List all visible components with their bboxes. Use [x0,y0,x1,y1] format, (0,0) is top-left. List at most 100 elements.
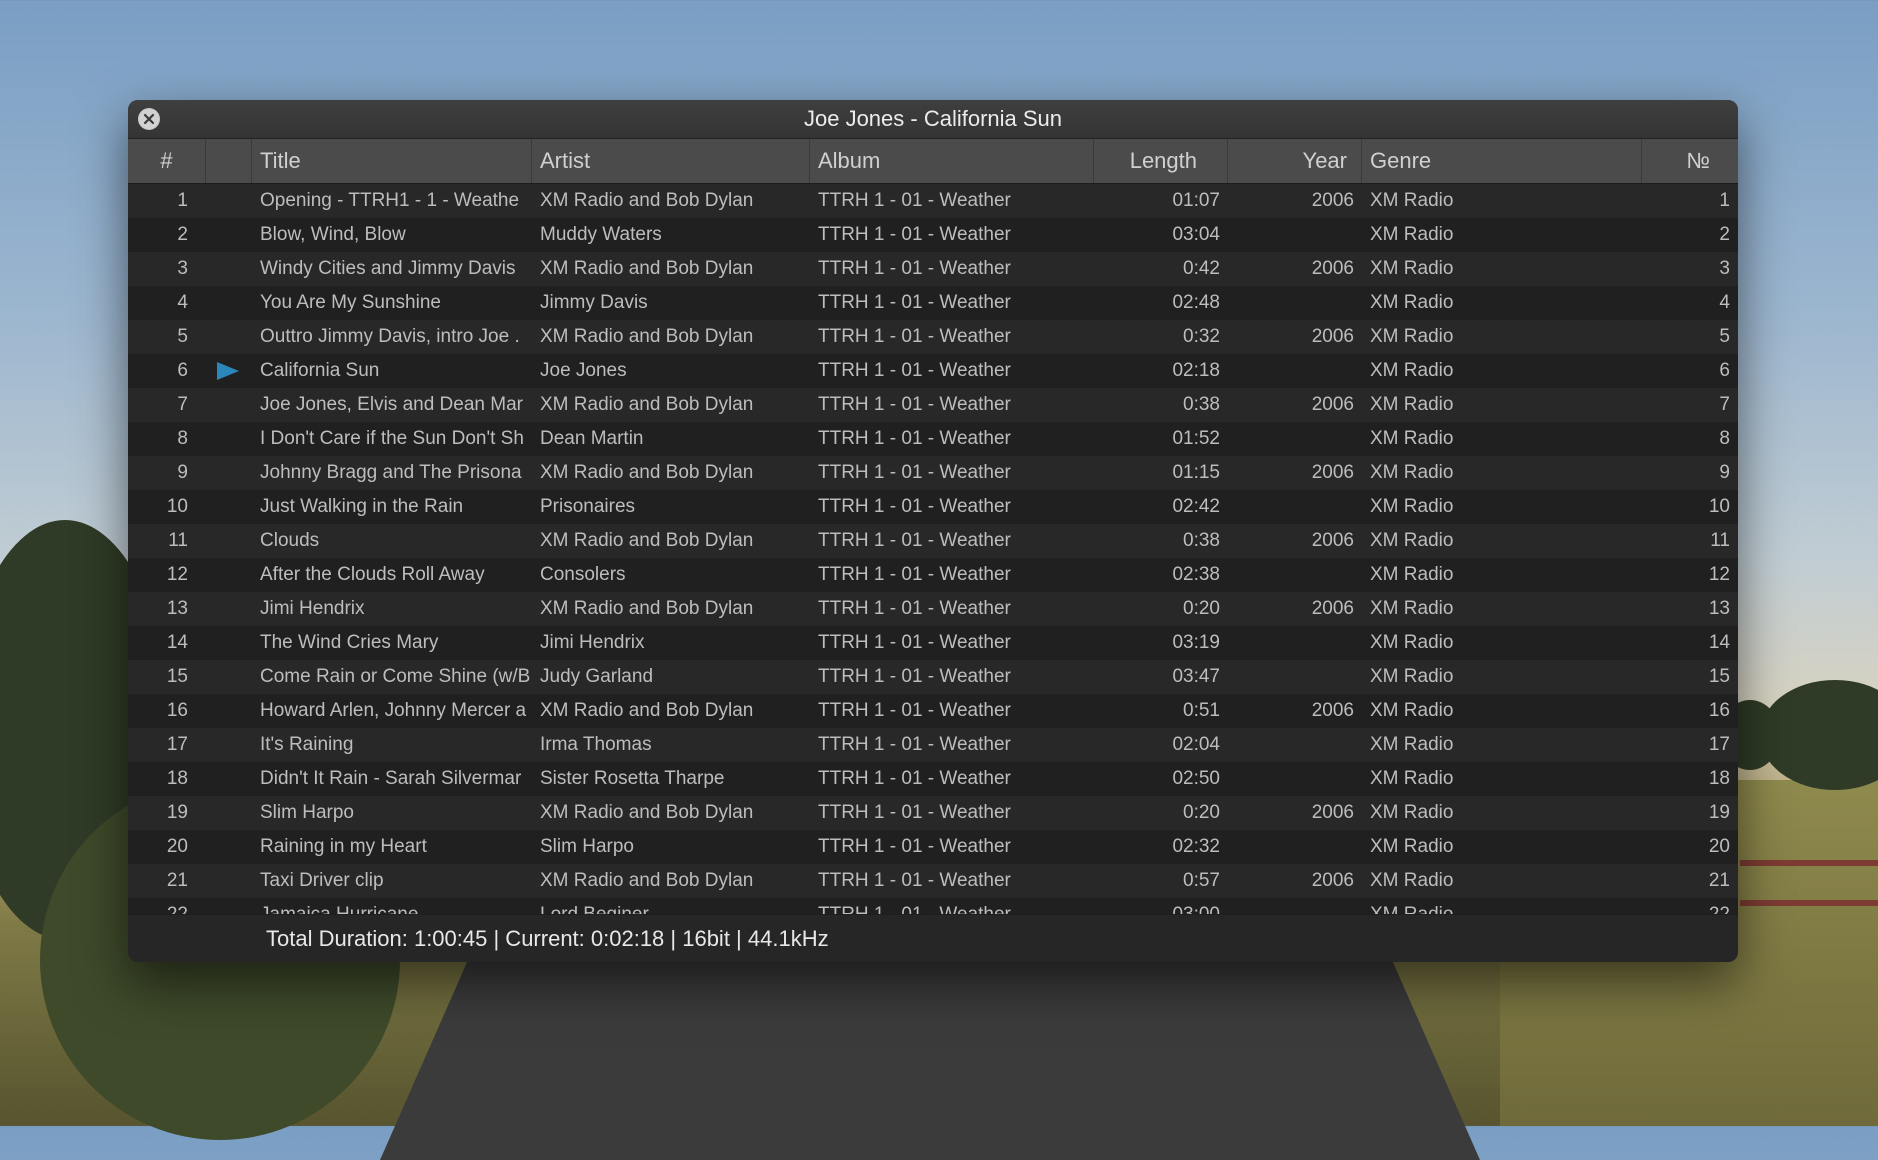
track-year: 2006 [1311,598,1354,619]
table-row[interactable]: 6 California Sun Joe Jones TTRH 1 - 01 - We… [128,354,1738,388]
track-index: 1 [177,190,188,211]
column-header-year[interactable]: Year [1228,139,1362,183]
track-index: 4 [177,292,188,313]
track-title: Clouds [260,530,320,551]
track-album: TTRH 1 - 01 - Weather [818,292,1011,313]
table-row[interactable]: 5 Outtro Jimmy Davis, intro Joe . XM Radio… [128,320,1738,354]
track-title: Opening - TTRH1 - 1 - Weathe [260,190,520,211]
track-artist: XM Radio and Bob Dylan [540,258,754,279]
track-year: 2006 [1311,326,1354,347]
track-title: Outtro Jimmy Davis, intro Joe . [260,326,520,347]
column-header-length[interactable]: Length [1094,139,1228,183]
table-row[interactable]: 14 The Wind Cries Mary Jimi Hendrix TTRH 1 … [128,626,1738,660]
track-year: 2006 [1311,462,1354,483]
column-header-genre[interactable]: Genre [1362,139,1642,183]
track-artist: Lord Beginer [532,898,810,914]
track-album: TTRH 1 - 01 - Weather [818,666,1011,687]
column-header-title[interactable]: Title [252,139,532,183]
track-artist: Muddy Waters [540,224,662,245]
track-year [1228,558,1362,592]
table-row[interactable]: 17 It's Raining Irma Thomas TTRH 1 - 01 - W… [128,728,1738,762]
track-year [1228,728,1362,762]
track-artist: Slim Harpo [540,836,634,857]
table-row[interactable]: 18 Didn't It Rain - Sarah Silvermar Sister… [128,762,1738,796]
track-genre: XM Radio [1370,734,1454,755]
table-row[interactable]: 8 I Don't Care if the Sun Don't Sh Dean Ma… [128,422,1738,456]
column-header-track-number[interactable]: № [1642,139,1738,183]
track-length: 02:48 [1172,292,1220,313]
track-index: 5 [177,326,188,347]
track-title: Just Walking in the Rain [260,496,464,517]
table-row[interactable]: 19 Slim Harpo XM Radio and Bob Dylan TTRH 1… [128,796,1738,830]
track-year [1228,218,1362,252]
track-album: TTRH 1 - 01 - Weather [818,462,1011,483]
column-header-artist[interactable]: Artist [532,139,810,183]
track-year: 2006 [1311,802,1354,823]
track-artist: Joe Jones [540,360,627,381]
track-length: 01:15 [1172,462,1220,483]
title-bar[interactable]: Joe Jones - California Sun [128,100,1738,139]
track-album: TTRH 1 - 01 - Weather [810,898,1094,914]
table-row[interactable]: 12 After the Clouds Roll Away Consolers TTR… [128,558,1738,592]
track-number: 15 [1708,666,1730,687]
table-row[interactable]: 15 Come Rain or Come Shine (w/B Judy Garla… [128,660,1738,694]
track-number: 3 [1719,258,1730,279]
track-number: 8 [1719,428,1730,449]
track-album: TTRH 1 - 01 - Weather [818,598,1011,619]
table-row[interactable]: 21 Taxi Driver clip XM Radio and Bob Dylan… [128,864,1738,898]
table-row[interactable]: 7 Joe Jones, Elvis and Dean Mar XM Radio a… [128,388,1738,422]
table-row[interactable]: 13 Jimi Hendrix XM Radio and Bob Dylan TTRH… [128,592,1738,626]
table-row[interactable]: 16 Howard Arlen, Johnny Mercer a XM Radio … [128,694,1738,728]
column-header-number[interactable]: # [128,139,206,183]
track-year [1228,660,1362,694]
track-title: Howard Arlen, Johnny Mercer a [260,700,527,721]
track-length: 0:20 [1183,802,1220,823]
now-playing-icon [217,362,239,380]
table-row[interactable]: 2 Blow, Wind, Blow Muddy Waters TTRH 1 - 01… [128,218,1738,252]
table-row[interactable]: 3 Windy Cities and Jimmy Davis XM Radio an… [128,252,1738,286]
track-genre: XM Radio [1370,224,1454,245]
track-title: Slim Harpo [260,802,354,823]
table-row[interactable]: 4 You Are My Sunshine Jimmy Davis TTRH 1 - … [128,286,1738,320]
track-artist: XM Radio and Bob Dylan [540,530,754,551]
track-artist: Judy Garland [540,666,654,687]
track-artist: XM Radio and Bob Dylan [540,190,754,211]
track-index: 15 [166,666,188,687]
track-length: 0:42 [1183,258,1220,279]
track-title: You Are My Sunshine [260,292,441,313]
table-row[interactable]: 10 Just Walking in the Rain Prisonaires TTR… [128,490,1738,524]
background-road [380,960,1480,1160]
table-row[interactable]: 9 Johnny Bragg and The Prisona XM Radio an… [128,456,1738,490]
track-number: 11 [1710,530,1730,551]
track-year [1228,354,1362,388]
track-genre: XM Radio [1370,700,1454,721]
track-title: Taxi Driver clip [260,870,384,891]
track-list[interactable]: 1 Opening - TTRH1 - 1 - Weathe XM Radio an… [128,184,1738,914]
column-header-status[interactable] [206,139,252,183]
track-genre: XM Radio [1370,292,1454,313]
track-album: TTRH 1 - 01 - Weather [818,870,1011,891]
table-row[interactable]: 11 Clouds XM Radio and Bob Dylan TTRH 1 - 0… [128,524,1738,558]
track-length: 02:50 [1172,768,1220,789]
track-length: 01:52 [1172,428,1220,449]
track-index: 9 [177,462,188,483]
track-year [1228,898,1362,914]
table-row[interactable]: 1 Opening - TTRH1 - 1 - Weathe XM Radio an… [128,184,1738,218]
track-genre: XM Radio [1370,360,1454,381]
track-number: 22 [1642,898,1738,914]
track-length: 0:57 [1183,870,1220,891]
track-index: 19 [166,802,188,823]
track-length: 0:38 [1183,394,1220,415]
track-album: TTRH 1 - 01 - Weather [818,258,1011,279]
track-artist: Jimi Hendrix [540,632,645,653]
track-index: 3 [177,258,188,279]
table-row[interactable]: 22 Jamaica HurricaneLord BeginerTTRH 1 - … [128,898,1738,914]
track-length: 03:04 [1172,224,1220,245]
track-length: 02:38 [1172,564,1220,585]
track-genre: XM Radio [1370,496,1454,517]
column-header-album[interactable]: Album [810,139,1094,183]
track-year [1228,762,1362,796]
track-artist: Consolers [540,564,626,585]
track-number: 21 [1708,870,1730,891]
table-row[interactable]: 20 Raining in my Heart Slim Harpo TTRH 1 - … [128,830,1738,864]
